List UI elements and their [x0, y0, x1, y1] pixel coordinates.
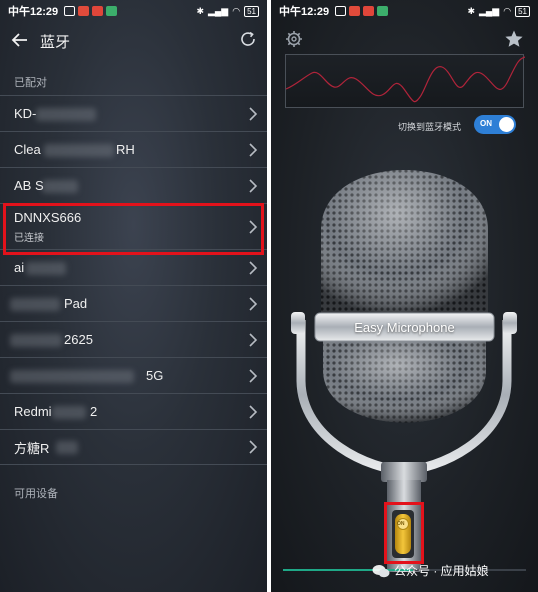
device-name: 5G — [146, 368, 164, 383]
status-right: ✱ ▂▄▆ ◠ 51 — [196, 5, 259, 17]
battery-icon: 51 — [244, 5, 259, 17]
chevron-right-icon — [249, 332, 258, 347]
refresh-icon[interactable] — [239, 30, 257, 48]
chevron-right-icon — [249, 440, 258, 454]
status-bar: 中午12:29 ✱ ▂▄▆ ◠ 51 — [0, 0, 267, 22]
highlight-box — [384, 502, 424, 564]
device-item[interactable]: AB S — [0, 167, 267, 203]
device-name: Clea — [14, 142, 41, 157]
paired-devices-header: 已配对 — [14, 77, 47, 89]
alarm-icon — [64, 6, 76, 16]
chevron-right-icon — [249, 368, 258, 383]
redacted-text — [42, 179, 78, 193]
wifi-icon: ◠ — [232, 5, 241, 16]
redacted-text — [10, 333, 62, 347]
redacted-text — [10, 297, 60, 311]
redacted-text — [36, 107, 96, 121]
notification-icons — [64, 6, 118, 16]
device-item[interactable]: 方糖R — [0, 429, 267, 465]
chevron-right-icon — [249, 178, 258, 193]
app-bar: 蓝牙 — [0, 22, 267, 58]
device-item[interactable]: Pad — [0, 285, 267, 321]
microphone-app-screen: 中午12:29 ✱ ▂▄▆ ◠ 51 切换到蓝牙模式 ON ON Easy Mi… — [271, 0, 538, 592]
device-item[interactable]: 2625 — [0, 321, 267, 357]
device-name: 方糖R — [14, 440, 50, 456]
redacted-text — [44, 143, 114, 157]
paired-device-list: KD- Clea RH AB S DNNXS666 已连接 ai Pad 262… — [0, 95, 267, 465]
redacted-text — [52, 405, 86, 419]
device-name: 2625 — [64, 332, 93, 347]
app-notification-icon — [92, 6, 104, 16]
status-time: 中午12:29 — [8, 6, 59, 18]
device-item[interactable]: 5G — [0, 357, 267, 393]
chevron-right-icon — [249, 260, 258, 275]
wechat-logo-icon — [372, 564, 390, 577]
available-devices-header: 可用设备 — [14, 488, 58, 500]
redacted-text — [26, 261, 66, 275]
chevron-right-icon — [249, 296, 258, 311]
mic-brand-label: Easy Microphone — [354, 320, 455, 335]
bluetooth-settings-screen: 中午12:29 ✱ ▂▄▆ ◠ 51 蓝牙 已配对 KD- Clea RH AB… — [0, 0, 267, 592]
device-name: AB S — [14, 178, 44, 193]
bluetooth-status-icon: ✱ — [196, 5, 204, 16]
device-name-suffix: 2 — [90, 404, 98, 419]
highlight-box — [3, 203, 264, 255]
device-item[interactable]: Clea RH — [0, 131, 267, 167]
app-notification-icon — [78, 6, 90, 16]
app-notification-icon — [106, 6, 118, 16]
device-item[interactable]: KD- — [0, 95, 267, 131]
page-title: 蓝牙 — [40, 34, 71, 51]
device-name: Redmi — [14, 404, 52, 419]
device-item[interactable]: Redmi 2 — [0, 393, 267, 429]
back-arrow-icon[interactable] — [10, 30, 30, 50]
watermark-text: 公众号 · 应用姑娘 — [394, 564, 489, 578]
chevron-right-icon — [249, 142, 258, 157]
redacted-text — [56, 441, 78, 454]
device-name: KD- — [14, 106, 37, 121]
signal-icon: ▂▄▆ — [208, 5, 229, 16]
chevron-right-icon — [249, 106, 258, 121]
watermark: 公众号 · 应用姑娘 — [372, 562, 489, 579]
chevron-right-icon — [249, 404, 258, 419]
device-name-suffix: RH — [116, 142, 135, 157]
redacted-text — [10, 369, 134, 383]
device-name: ai — [14, 260, 25, 275]
device-name: Pad — [64, 296, 88, 311]
